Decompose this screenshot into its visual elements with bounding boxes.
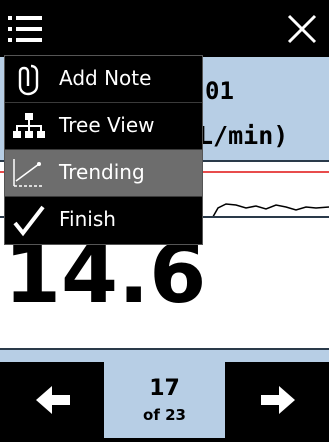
menu-item-label: Finish — [59, 207, 116, 231]
previous-button[interactable] — [0, 362, 104, 438]
pager-bar: 17 of 23 — [0, 362, 329, 438]
menu-button[interactable] — [8, 14, 44, 44]
arrow-left-icon — [36, 386, 70, 414]
channel-id: 01 — [205, 77, 234, 105]
trend-chart-icon — [13, 159, 44, 187]
page-current: 17 — [149, 376, 180, 401]
checkmark-icon — [13, 205, 45, 237]
page-total: of 23 — [143, 406, 186, 424]
top-bar — [0, 0, 329, 57]
close-icon — [287, 14, 317, 44]
menu-item-label: Tree View — [59, 113, 155, 137]
next-button[interactable] — [225, 362, 329, 438]
menu-item-label: Add Note — [59, 66, 152, 90]
menu-item-trending[interactable]: Trending — [5, 150, 202, 196]
unit-label: L/min) — [198, 121, 289, 150]
menu-item-add-note[interactable]: Add Note — [5, 56, 202, 102]
menu-item-tree-view[interactable]: Tree View — [5, 103, 202, 149]
paperclip-icon — [18, 64, 39, 96]
arrow-right-icon — [261, 386, 295, 414]
close-button[interactable] — [285, 12, 319, 46]
menu-item-label: Trending — [59, 160, 145, 184]
tree-icon — [13, 113, 45, 138]
menu-item-finish[interactable]: Finish — [5, 197, 202, 243]
dropdown-menu: Add Note Tree View Trending Finish — [4, 55, 203, 245]
hamburger-icon — [8, 16, 42, 42]
